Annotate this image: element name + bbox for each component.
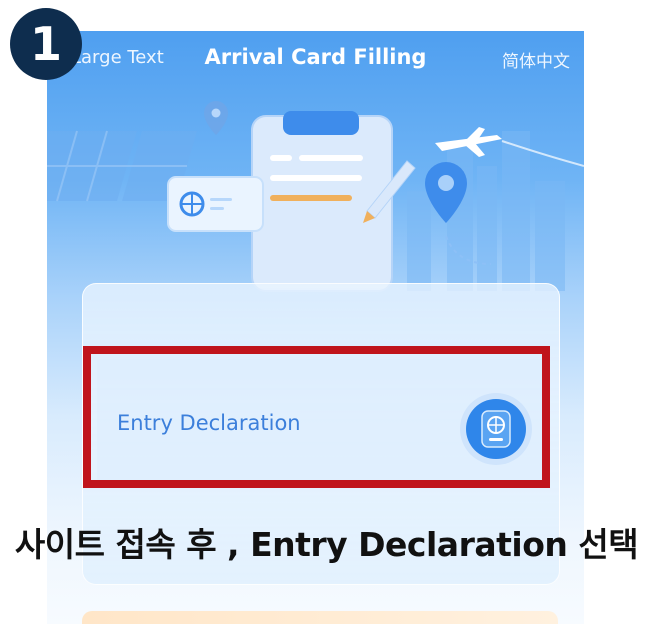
highlight-box bbox=[83, 346, 550, 488]
location-pin-icon bbox=[204, 101, 228, 135]
next-card-edge bbox=[82, 611, 558, 624]
step-badge: 1 bbox=[10, 8, 82, 80]
arrival-card-illustration bbox=[47, 101, 584, 292]
language-switch[interactable]: 简体中文 bbox=[502, 47, 570, 72]
instruction-caption: 사이트 접속 후 , Entry Declaration 선택 bbox=[14, 525, 639, 564]
